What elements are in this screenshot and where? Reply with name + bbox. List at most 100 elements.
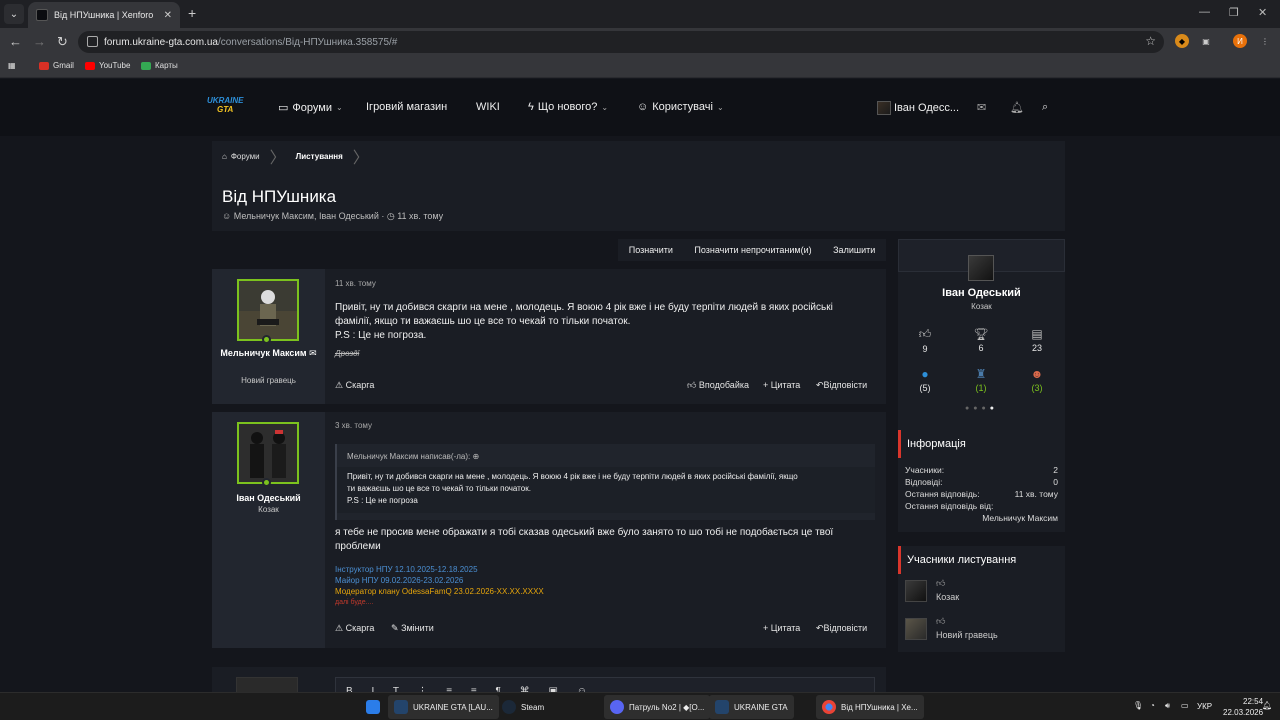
report-button[interactable]: ⚠ Скарга (335, 623, 374, 634)
apps-grid-icon[interactable]: ▦ (8, 61, 16, 70)
microphone-icon[interactable]: 🎙︎ (1133, 701, 1143, 710)
thumbs-up-icon: 👍︎ (936, 616, 946, 626)
menu-kebab-icon[interactable]: ⋮ (1258, 34, 1272, 48)
inbox-icon[interactable]: ✉ (977, 101, 986, 114)
mark-button[interactable]: Позначити (629, 245, 673, 255)
stat-value: 9 (922, 344, 928, 354)
envelope-icon: ✉ (309, 348, 317, 358)
nav-users[interactable]: ☺ Користувачі ⌄ (637, 101, 724, 113)
volume-icon[interactable]: 🔊︎ (1165, 701, 1170, 711)
taskbar-app[interactable]: UKRAINE GTA (709, 695, 794, 719)
author-name[interactable]: Мельничук Максим ✉ (212, 347, 325, 360)
avatar[interactable] (237, 279, 299, 341)
bookmark-maps[interactable]: Карты (141, 61, 178, 70)
like-button[interactable]: 👍︎ Вподобайка (687, 380, 749, 391)
extension-icon[interactable]: ◆ (1175, 34, 1189, 48)
language-indicator[interactable]: УКР (1197, 702, 1212, 711)
last-reply-author[interactable]: Мельничук Максим (982, 512, 1058, 524)
report-button[interactable]: ⚠ Скарга (335, 380, 374, 391)
profile-name[interactable]: Іван Одеський (898, 287, 1065, 299)
bolt-icon: ϟ (528, 101, 534, 113)
taskbar-app[interactable]: Steam (496, 695, 550, 719)
reaction-emoji[interactable]: ☻ (3) (1017, 367, 1057, 393)
author-name-text: Мельничук Максим (220, 348, 307, 358)
minimize-icon[interactable]: — (1199, 6, 1210, 18)
nav-forums[interactable]: ▭ Форуми ⌄ (278, 101, 343, 115)
account-menu[interactable]: Іван Одесс... (877, 101, 959, 115)
tab-search-button[interactable]: ⌄ (4, 4, 24, 24)
chevron-down-icon[interactable]: ⌄ (717, 103, 724, 112)
profile-avatar[interactable]: И (1233, 34, 1247, 48)
reply-button[interactable]: ↶Відповісти (816, 623, 867, 634)
info-key: Учасники: (905, 465, 945, 475)
leave-button[interactable]: Залишити (833, 245, 875, 255)
bookmark-label: YouTube (99, 61, 131, 70)
chevron-down-icon[interactable]: ⌄ (601, 103, 608, 112)
signature-line: Майор НПУ 09.02.2026-23.02.2026 (335, 576, 464, 585)
site-info-icon[interactable] (87, 36, 98, 47)
avatar[interactable] (905, 580, 927, 602)
avatar[interactable] (237, 422, 299, 484)
back-icon[interactable]: ← (9, 34, 22, 49)
thumbs-up-icon: 👍︎ (687, 380, 697, 390)
breadcrumb-home[interactable]: ⌂ Форуми (212, 141, 270, 171)
avatar[interactable] (968, 255, 994, 281)
app-icon (394, 700, 408, 714)
forward-icon[interactable]: → (33, 34, 46, 49)
bookmark-star-icon[interactable]: ☆ (1145, 34, 1156, 48)
clock-time: 22:54 (1243, 697, 1264, 706)
close-window-icon[interactable]: ✕ (1258, 6, 1267, 19)
breadcrumb-current[interactable]: Листування (286, 141, 353, 171)
quote-button[interactable]: + Цитата (763, 380, 800, 390)
taskbar-app[interactable]: UKRAINE GTA [LAU... (388, 695, 499, 719)
edit-button[interactable]: ✎ Змінити (391, 623, 434, 634)
battery-icon[interactable]: ▭ (1181, 701, 1189, 710)
url-path: /conversations/Від-НПУшника.358575/# (217, 36, 398, 48)
participants-list[interactable]: Мельничук Максим, Іван Одеський (234, 211, 379, 221)
reaction-badge[interactable]: ♜ (1) (961, 367, 1001, 393)
taskbar-app[interactable]: Патруль No2 | ◆[O... (604, 695, 711, 719)
browser-tab[interactable]: Від НПУшника | Xenforo ✕ (28, 2, 180, 28)
search-icon[interactable]: ⌕ (1042, 101, 1048, 114)
notifications-icon[interactable]: 🔔︎ (1262, 701, 1272, 710)
address-bar[interactable]: forum.ukraine-gta.com.ua/conversations/В… (78, 31, 1164, 53)
reply-icon: ↶ (816, 623, 824, 633)
start-button[interactable] (360, 695, 386, 719)
avatar[interactable] (905, 618, 927, 640)
info-heading: Інформація (898, 430, 1065, 458)
nav-whats-new[interactable]: ϟ Що нового? ⌄ (528, 101, 608, 113)
nav-shop[interactable]: Ігровий магазин (366, 101, 447, 113)
site-logo[interactable]: UKRAINE GTA (207, 96, 247, 120)
signature-line: Модератор клану OdessaFamQ 23.02.2026-XX… (335, 587, 544, 596)
bookmark-youtube[interactable]: YouTube (85, 61, 130, 70)
action-label: Цитата (770, 380, 801, 390)
quote-button[interactable]: + Цитата (763, 623, 800, 633)
carousel-dots[interactable]: ●●●● (898, 405, 1065, 412)
close-tab-icon[interactable]: ✕ (164, 10, 172, 21)
info-row: Відповіді: 0 (898, 476, 1065, 488)
clock-date: 22.03.2026 (1223, 708, 1264, 717)
new-tab-button[interactable]: + (188, 5, 196, 21)
trophy-icon: 🏆︎ (973, 327, 989, 341)
chevron-down-icon[interactable]: ⌄ (336, 103, 343, 112)
mark-unread-button[interactable]: Позначити непрочитаним(и) (694, 245, 811, 255)
extensions-puzzle-icon[interactable]: ▣ (1199, 34, 1213, 48)
message-time[interactable]: 3 хв. тому (335, 421, 372, 430)
quote-header[interactable]: Мельничук Максим написав(-ла): ⊕ (337, 444, 875, 461)
reaction-like[interactable]: ● (5) (905, 367, 945, 393)
nav-wiki[interactable]: WIKI (476, 101, 500, 113)
logo-text-bottom: GTA (217, 105, 234, 114)
quote-text: Привіт, ну ти добився скарги на мене , м… (347, 472, 798, 481)
bookmark-gmail[interactable]: Gmail (39, 61, 74, 70)
windows-icon (366, 700, 380, 714)
network-icon[interactable]: ◔ (1150, 701, 1155, 710)
reply-button[interactable]: ↶Відповісти (816, 380, 867, 391)
restore-icon[interactable]: ❐ (1229, 6, 1239, 19)
author-name[interactable]: Іван Одеський (212, 492, 325, 505)
reload-icon[interactable]: ↻ (57, 34, 68, 50)
taskbar-app[interactable]: Від НПУшника | Xe... (816, 695, 924, 719)
bell-icon[interactable]: 🔔︎ (1010, 101, 1024, 114)
emoji-icon: ☻ (1030, 367, 1044, 381)
message-time[interactable]: 11 хв. тому (335, 279, 376, 288)
clock[interactable]: 22:54 22.03.2026 (1223, 696, 1263, 718)
